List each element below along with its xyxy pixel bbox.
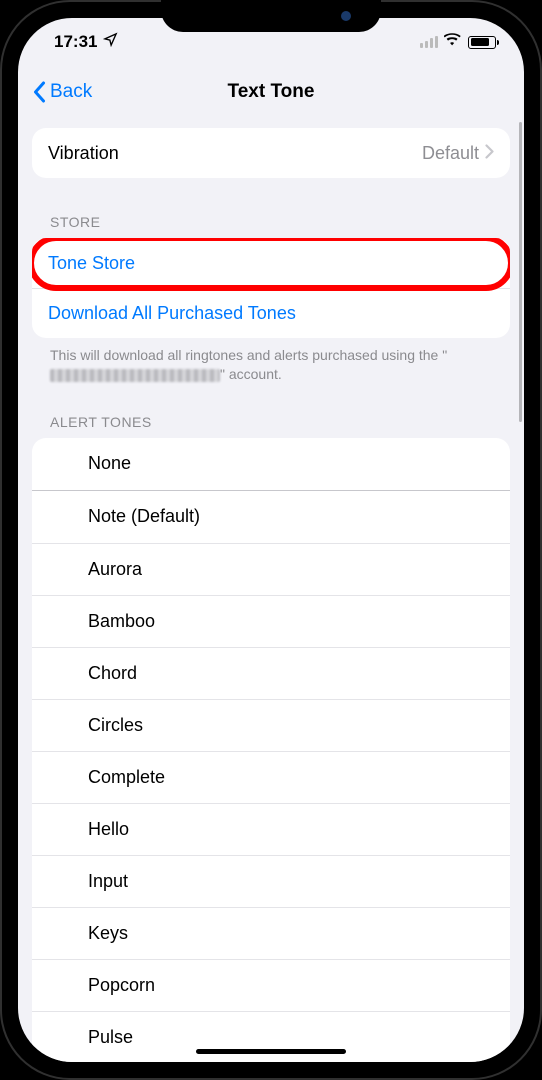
wifi-icon	[444, 32, 462, 52]
back-label: Back	[50, 81, 92, 103]
tone-label: Bamboo	[88, 611, 155, 632]
scroll-indicator	[519, 122, 522, 422]
tone-row-input[interactable]: Input	[32, 855, 510, 907]
status-left: 17:31	[54, 32, 118, 52]
chevron-right-icon	[485, 143, 494, 164]
tone-label: Popcorn	[88, 975, 155, 996]
tone-row-hello[interactable]: Hello	[32, 803, 510, 855]
battery-icon	[468, 36, 496, 49]
tone-label: Chord	[88, 663, 137, 684]
tone-label: Circles	[88, 715, 143, 736]
chevron-left-icon	[32, 81, 47, 103]
tone-label: None	[88, 453, 131, 474]
home-indicator[interactable]	[196, 1049, 346, 1054]
tone-label: Hello	[88, 819, 129, 840]
store-group: Tone Store Download All Purchased Tones	[32, 238, 510, 338]
vibration-label: Vibration	[48, 143, 422, 164]
vibration-row[interactable]: Vibration Default	[32, 128, 510, 178]
alert-tones-list: None Note (Default) Aurora Bamboo Chord …	[32, 438, 510, 1062]
tone-row-circles[interactable]: Circles	[32, 699, 510, 751]
tone-label: Note (Default)	[88, 506, 200, 527]
vibration-group: Vibration Default	[32, 128, 510, 178]
store-footer-text: This will download all ringtones and ale…	[32, 338, 510, 386]
footer-suffix: " account.	[220, 366, 282, 382]
front-camera-icon	[341, 11, 351, 21]
tone-row-bamboo[interactable]: Bamboo	[32, 595, 510, 647]
tone-row-keys[interactable]: Keys	[32, 907, 510, 959]
alert-tones-header: ALERT TONES	[32, 386, 510, 438]
tone-store-row[interactable]: Tone Store	[32, 238, 510, 288]
location-icon	[103, 32, 118, 52]
nav-bar: Back Text Tone	[18, 66, 524, 118]
tone-row-aurora[interactable]: Aurora	[32, 543, 510, 595]
download-all-label: Download All Purchased Tones	[48, 303, 296, 324]
status-time: 17:31	[54, 32, 97, 52]
tone-label: Pulse	[88, 1027, 133, 1048]
download-all-row[interactable]: Download All Purchased Tones	[32, 288, 510, 338]
back-button[interactable]: Back	[32, 81, 92, 103]
tone-label: Input	[88, 871, 128, 892]
vibration-value: Default	[422, 143, 479, 164]
tone-row-none[interactable]: None	[32, 438, 510, 490]
content-scroll[interactable]: Vibration Default STORE Tone Store Downl…	[18, 118, 524, 1062]
tone-row-pulse[interactable]: Pulse	[32, 1011, 510, 1062]
store-header: STORE	[32, 186, 510, 238]
tone-store-label: Tone Store	[48, 253, 135, 274]
tone-row-complete[interactable]: Complete	[32, 751, 510, 803]
phone-frame: 17:31 Back Text	[0, 0, 542, 1080]
tone-label: Keys	[88, 923, 128, 944]
tone-label: Aurora	[88, 559, 142, 580]
signal-icon	[420, 36, 438, 48]
tone-row-popcorn[interactable]: Popcorn	[32, 959, 510, 1011]
tone-row-chord[interactable]: Chord	[32, 647, 510, 699]
tone-label: Complete	[88, 767, 165, 788]
status-right	[420, 32, 496, 52]
page-title: Text Tone	[228, 81, 315, 103]
redacted-account	[50, 369, 220, 382]
footer-prefix: This will download all ringtones and ale…	[50, 347, 447, 363]
notch	[161, 0, 381, 32]
tone-row-note[interactable]: Note (Default)	[32, 491, 510, 543]
screen: 17:31 Back Text	[18, 18, 524, 1062]
